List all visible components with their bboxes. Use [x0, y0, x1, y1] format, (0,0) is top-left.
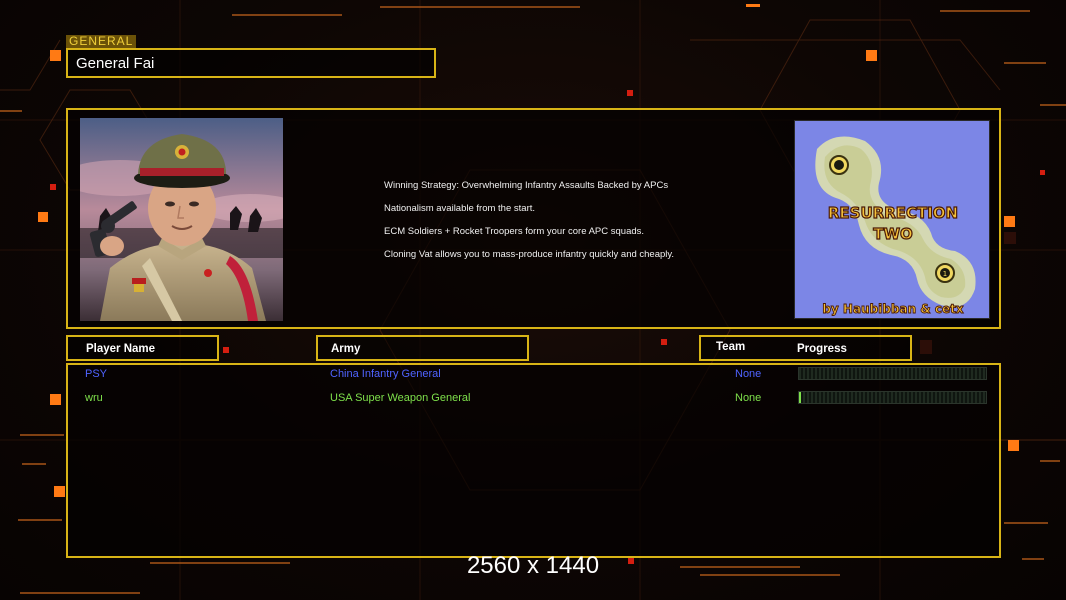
map-title-line2: TWO	[873, 225, 913, 243]
general-description: Winning Strategy: Overwhelming Infantry …	[384, 180, 674, 272]
map-preview: 1 RESURRECTION TWO by Haubibban & cetx	[794, 120, 990, 319]
general-title-box: General Fai	[66, 48, 436, 78]
map-title-line1: RESURRECTION	[828, 204, 958, 222]
loading-screen: GENERAL General Fai Winning Strategy: Ov…	[0, 0, 1066, 600]
header-progress-label: Progress	[797, 343, 847, 355]
header-army-label: Army	[331, 343, 361, 355]
player-name: wru	[85, 392, 103, 404]
player-army: USA Super Weapon General	[330, 392, 471, 404]
resolution-label: 2560 x 1440	[466, 552, 600, 579]
header-player-name-label: Player Name	[86, 343, 156, 355]
player-row: PSY China Infantry General None	[0, 366, 1066, 382]
player-row: wru USA Super Weapon General None	[0, 390, 1066, 406]
general-name: General Fai	[76, 55, 155, 72]
header-player-name: Player Name	[66, 335, 219, 361]
header-team-progress: Team Progress	[699, 335, 912, 361]
player-team: None	[735, 368, 762, 380]
section-tag: GENERAL	[66, 35, 137, 48]
map-credit: by Haubibban & cetx	[822, 302, 964, 316]
player-team: None	[735, 392, 762, 404]
description-line: Nationalism available from the start.	[384, 203, 536, 214]
description-line: Winning Strategy: Overwhelming Infantry …	[384, 180, 669, 191]
player-army: China Infantry General	[330, 368, 441, 380]
description-line: ECM Soldiers + Rocket Troopers form your…	[384, 226, 645, 237]
general-portrait-icon	[80, 118, 283, 321]
header-team-label: Team	[716, 341, 746, 353]
player-name: PSY	[85, 368, 108, 380]
player-progress-fill	[799, 392, 801, 403]
map-preview-image: 1 RESURRECTION TWO by Haubibban & cetx	[795, 121, 989, 318]
description-line: Cloning Vat allows you to mass-produce i…	[384, 249, 675, 260]
start-marker-label: 1	[943, 270, 947, 278]
general-portrait	[80, 118, 283, 321]
player-progress-bar	[798, 391, 987, 404]
header-army: Army	[316, 335, 529, 361]
player-progress-bar	[798, 367, 987, 380]
